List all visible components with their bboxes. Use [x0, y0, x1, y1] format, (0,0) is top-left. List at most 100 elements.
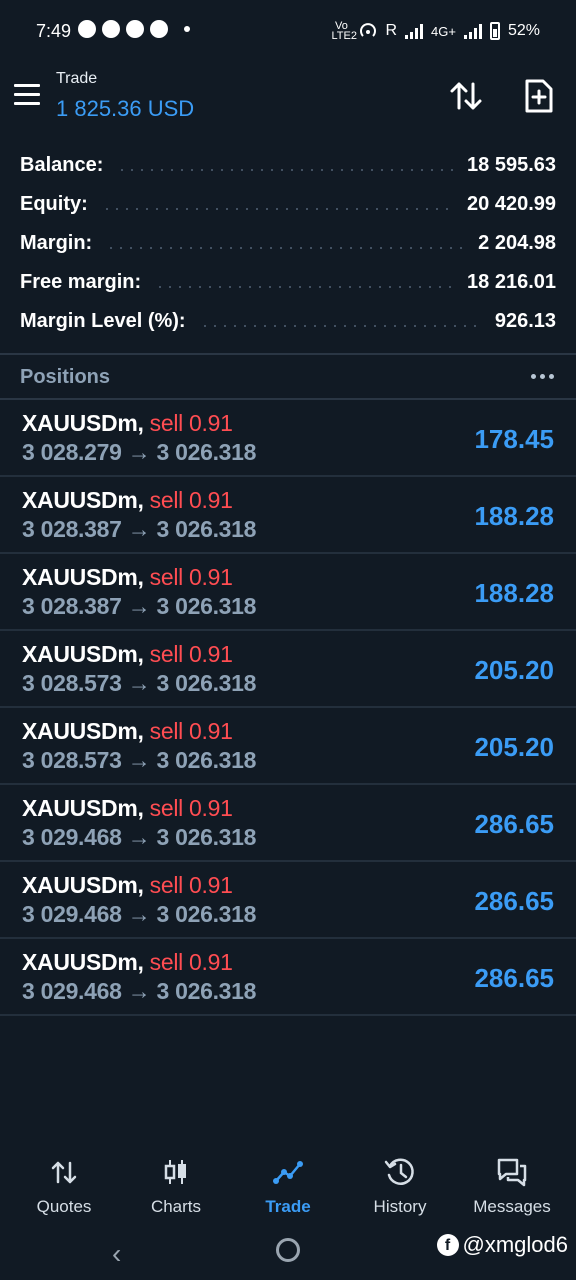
position-side: sell 0.91	[149, 641, 233, 667]
menu-icon[interactable]	[14, 84, 42, 106]
nav-messages[interactable]: Messages	[456, 1148, 568, 1218]
open-price: 3 028.573	[22, 670, 122, 696]
open-price: 3 028.387	[22, 516, 122, 542]
trend-line-icon	[273, 1161, 303, 1184]
status-time: 7:49	[36, 21, 72, 41]
arrow-icon: →	[127, 747, 151, 773]
watermark: f @xmglod6	[436, 1232, 569, 1258]
signal-icon	[405, 23, 424, 39]
dot-leader	[101, 207, 454, 210]
open-price: 3 029.468	[22, 824, 122, 850]
positions-list: XAUUSDm, sell 0.91 3 028.279 → 3 026.318…	[0, 400, 576, 1016]
account-summary: Balance: 18 595.63 Equity: 20 420.99 Mar…	[0, 146, 576, 341]
back-icon[interactable]: ‹	[112, 1238, 121, 1270]
position-row[interactable]: XAUUSDm, sell 0.91 3 028.573 → 3 026.318…	[0, 708, 576, 785]
summary-label: Balance:	[20, 154, 104, 176]
current-price: 3 026.318	[156, 593, 257, 619]
open-price: 3 028.573	[22, 747, 122, 773]
summary-row-margin-level: Margin Level (%): 926.13	[0, 302, 576, 341]
notification-icons	[78, 20, 190, 38]
arrow-icon: →	[127, 824, 151, 850]
position-profit: 205.20	[474, 732, 554, 762]
divider	[0, 353, 576, 355]
battery-icon	[489, 22, 500, 40]
signal-icon-2	[463, 23, 482, 39]
position-symbol: XAUUSDm,	[22, 410, 144, 436]
new-order-icon[interactable]	[524, 78, 554, 114]
position-row[interactable]: XAUUSDm, sell 0.91 3 029.468 → 3 026.318…	[0, 785, 576, 862]
page-title: Trade	[56, 70, 98, 87]
status-right: Vo LTE2 R 4G+ 52%	[331, 20, 540, 42]
position-side: sell 0.91	[149, 487, 233, 513]
summary-row-equity: Equity: 20 420.99	[0, 185, 576, 224]
position-side: sell 0.91	[149, 795, 233, 821]
position-symbol: XAUUSDm,	[22, 949, 144, 975]
nav-charts[interactable]: Charts	[120, 1148, 232, 1218]
position-row[interactable]: XAUUSDm, sell 0.91 3 028.573 → 3 026.318…	[0, 631, 576, 708]
battery-level: 52%	[507, 22, 540, 39]
candlestick-icon	[164, 1160, 186, 1184]
dot-leader	[155, 285, 454, 288]
bottom-nav: Quotes Charts Trade History Messages	[0, 1148, 576, 1218]
dot-leader	[117, 168, 454, 171]
telegram-icon	[126, 20, 144, 38]
position-row[interactable]: XAUUSDm, sell 0.91 3 028.279 → 3 026.318…	[0, 400, 576, 477]
current-price: 3 026.318	[156, 516, 257, 542]
home-icon[interactable]	[276, 1238, 300, 1262]
telegram-icon	[150, 20, 168, 38]
nav-quotes[interactable]: Quotes	[8, 1148, 120, 1218]
position-side: sell 0.91	[149, 410, 233, 436]
open-price: 3 029.468	[22, 901, 122, 927]
nav-label: Quotes	[36, 1197, 92, 1216]
position-profit: 178.45	[474, 424, 554, 454]
position-symbol: XAUUSDm,	[22, 872, 144, 898]
summary-label: Margin Level (%):	[20, 310, 186, 332]
open-price: 3 029.468	[22, 978, 122, 1004]
chat-bubbles-icon	[497, 1158, 527, 1187]
system-navigation: ‹ f @xmglod6	[0, 1226, 576, 1280]
nav-history[interactable]: History	[344, 1148, 456, 1218]
position-profit: 286.65	[474, 809, 554, 839]
position-symbol: XAUUSDm,	[22, 564, 144, 590]
volte-icon: Vo LTE2	[331, 20, 357, 42]
nav-trade[interactable]: Trade	[232, 1148, 344, 1218]
trade-screen: 7:49 Vo LTE2 R 4G+ 52% Trade 1 825.36 US…	[0, 0, 576, 1280]
position-symbol: XAUUSDm,	[22, 487, 144, 513]
position-profit: 188.28	[474, 501, 554, 531]
current-price: 3 026.318	[156, 824, 257, 850]
position-symbol: XAUUSDm,	[22, 641, 144, 667]
more-options-icon[interactable]	[531, 374, 554, 379]
summary-label: Equity:	[20, 193, 88, 215]
position-row[interactable]: XAUUSDm, sell 0.91 3 028.387 → 3 026.318…	[0, 477, 576, 554]
dot-leader	[106, 246, 465, 249]
quotes-icon	[51, 1161, 77, 1184]
summary-row-free-margin: Free margin: 18 216.01	[0, 263, 576, 302]
current-price: 3 026.318	[156, 747, 257, 773]
watermark-text: @xmglod6	[462, 1232, 569, 1257]
sort-icon[interactable]	[448, 78, 484, 114]
snapchat-icon	[102, 20, 120, 38]
open-price: 3 028.279	[22, 439, 122, 465]
roaming-indicator: R	[385, 22, 398, 39]
position-symbol: XAUUSDm,	[22, 718, 144, 744]
summary-value: 18 216.01	[467, 271, 556, 293]
hotspot-icon	[360, 23, 377, 37]
position-side: sell 0.91	[149, 872, 233, 898]
summary-row-margin: Margin: 2 204.98	[0, 224, 576, 263]
position-profit: 286.65	[474, 886, 554, 916]
arrow-icon: →	[127, 516, 151, 542]
position-row[interactable]: XAUUSDm, sell 0.91 3 029.468 → 3 026.318…	[0, 862, 576, 939]
current-price: 3 026.318	[156, 901, 257, 927]
summary-row-balance: Balance: 18 595.63	[0, 146, 576, 185]
summary-label: Margin:	[20, 232, 93, 254]
open-price: 3 028.387	[22, 593, 122, 619]
position-row[interactable]: XAUUSDm, sell 0.91 3 029.468 → 3 026.318…	[0, 939, 576, 1016]
summary-value: 20 420.99	[467, 193, 556, 215]
arrow-icon: →	[127, 670, 151, 696]
arrow-icon: →	[127, 439, 151, 465]
facebook-icon: f	[436, 1234, 459, 1256]
position-row[interactable]: XAUUSDm, sell 0.91 3 028.387 → 3 026.318…	[0, 554, 576, 631]
whatsapp-icon	[78, 20, 96, 38]
more-notifications-icon	[184, 26, 190, 32]
summary-label: Free margin:	[20, 271, 142, 293]
